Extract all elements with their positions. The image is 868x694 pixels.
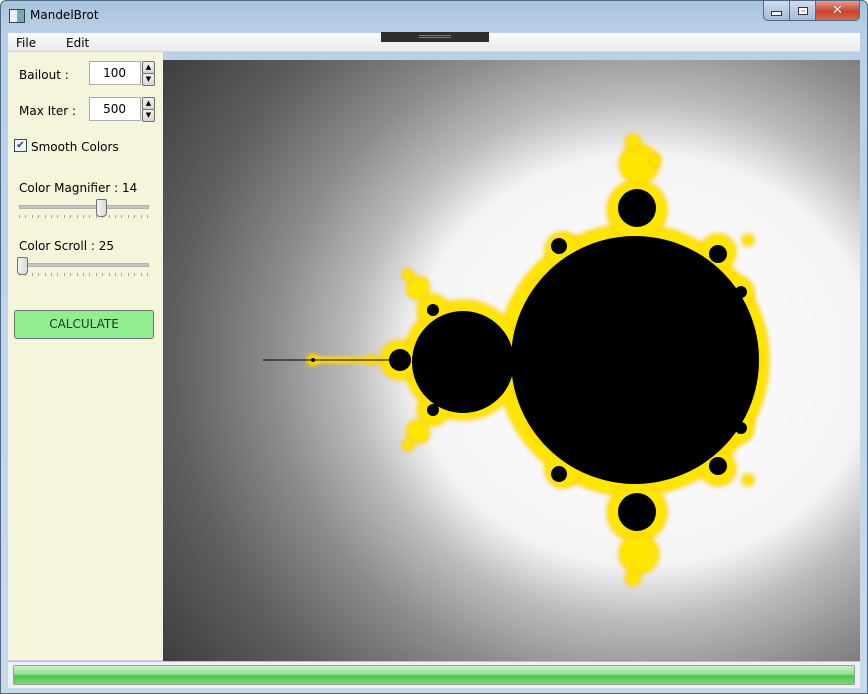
slider-tick [76, 273, 78, 276]
maximize-button[interactable] [790, 1, 816, 21]
maximize-icon [797, 6, 808, 15]
slider-tick [31, 215, 33, 218]
slider-tick [134, 273, 136, 276]
slider-tick [51, 215, 52, 218]
slider-tick [127, 273, 129, 276]
slider-tick [70, 273, 72, 276]
bailout-value: 100 [103, 66, 126, 80]
slider-tick [89, 215, 91, 218]
smooth-colors-label[interactable]: Smooth Colors [31, 140, 119, 154]
color-magnifier-track[interactable] [19, 205, 149, 209]
slider-tick [121, 215, 123, 218]
arrow-up-icon: ▲ [145, 63, 152, 71]
slider-tick [147, 273, 148, 276]
slider-tick [102, 273, 104, 276]
progress-fill [14, 666, 854, 684]
grip-line [419, 35, 451, 36]
slider-tick [121, 273, 123, 276]
max-iter-value: 500 [103, 102, 126, 116]
bailout-input[interactable]: 100 [89, 61, 141, 85]
window-title: MandelBrot [30, 8, 99, 22]
slider-tick [70, 215, 72, 218]
status-bar [8, 661, 860, 688]
slider-tick [76, 215, 78, 218]
slider-tick [83, 215, 84, 218]
slider-tick [89, 273, 91, 276]
window-icon [9, 9, 25, 23]
title-bar[interactable]: MandelBrot ✕ [1, 1, 867, 32]
slider-tick [63, 215, 65, 218]
max-iter-down-button[interactable]: ▼ [142, 109, 155, 122]
smooth-colors-checkbox[interactable]: ✔ [14, 139, 27, 152]
close-icon: ✕ [832, 3, 843, 18]
slider-tick [19, 215, 20, 218]
minimize-icon [771, 11, 782, 16]
color-scroll-label: Color Scroll : 25 [19, 239, 114, 253]
settings-panel: Bailout : 100 ▲ ▼ Max Iter : 500 ▲ ▼ ✔ S… [8, 52, 163, 660]
menu-file[interactable]: File [16, 36, 36, 50]
slider-tick [51, 273, 52, 276]
slider-tick [25, 215, 27, 218]
slider-tick [140, 273, 142, 276]
slider-tick [83, 273, 84, 276]
progress-bar [13, 665, 855, 685]
fractal-canvas[interactable] [163, 60, 860, 661]
slider-tick [63, 273, 65, 276]
slider-tick [44, 273, 46, 276]
arrow-up-icon: ▲ [145, 99, 152, 107]
app-window: MandelBrot ✕ File Edit Bailout : 100 ▲ ▼… [0, 0, 868, 694]
toolbar-grip[interactable] [381, 32, 489, 42]
slider-tick [44, 215, 46, 218]
slider-tick [115, 215, 116, 218]
slider-tick [57, 273, 59, 276]
color-scroll-ticks [19, 273, 149, 276]
color-magnifier-thumb[interactable] [96, 199, 107, 217]
arrow-down-icon: ▼ [145, 75, 152, 83]
color-magnifier-label: Color Magnifier : 14 [19, 181, 138, 195]
slider-tick [95, 273, 97, 276]
slider-tick [134, 215, 136, 218]
slider-tick [38, 273, 40, 276]
slider-tick [108, 215, 110, 218]
slider-tick [108, 273, 110, 276]
checkmark-icon: ✔ [16, 140, 25, 151]
grip-line [419, 37, 451, 38]
slider-tick [127, 215, 129, 218]
slider-tick [147, 215, 148, 218]
color-scroll-track[interactable] [19, 263, 149, 267]
bailout-down-button[interactable]: ▼ [142, 73, 155, 86]
color-scroll-thumb[interactable] [17, 257, 28, 275]
slider-tick [115, 273, 116, 276]
minimize-button[interactable] [763, 1, 790, 21]
max-iter-label: Max Iter : [19, 104, 77, 118]
color-magnifier-ticks [19, 215, 149, 218]
slider-tick [31, 273, 33, 276]
arrow-down-icon: ▼ [145, 111, 152, 119]
window-controls: ✕ [763, 1, 860, 21]
mandelbrot-image [263, 133, 770, 587]
close-button[interactable]: ✕ [816, 1, 860, 21]
slider-tick [38, 215, 40, 218]
max-iter-input[interactable]: 500 [89, 97, 141, 121]
bailout-label: Bailout : [19, 68, 69, 82]
slider-tick [57, 215, 59, 218]
slider-tick [140, 215, 142, 218]
menu-edit[interactable]: Edit [66, 36, 89, 50]
calculate-button[interactable]: CALCULATE [14, 310, 154, 339]
